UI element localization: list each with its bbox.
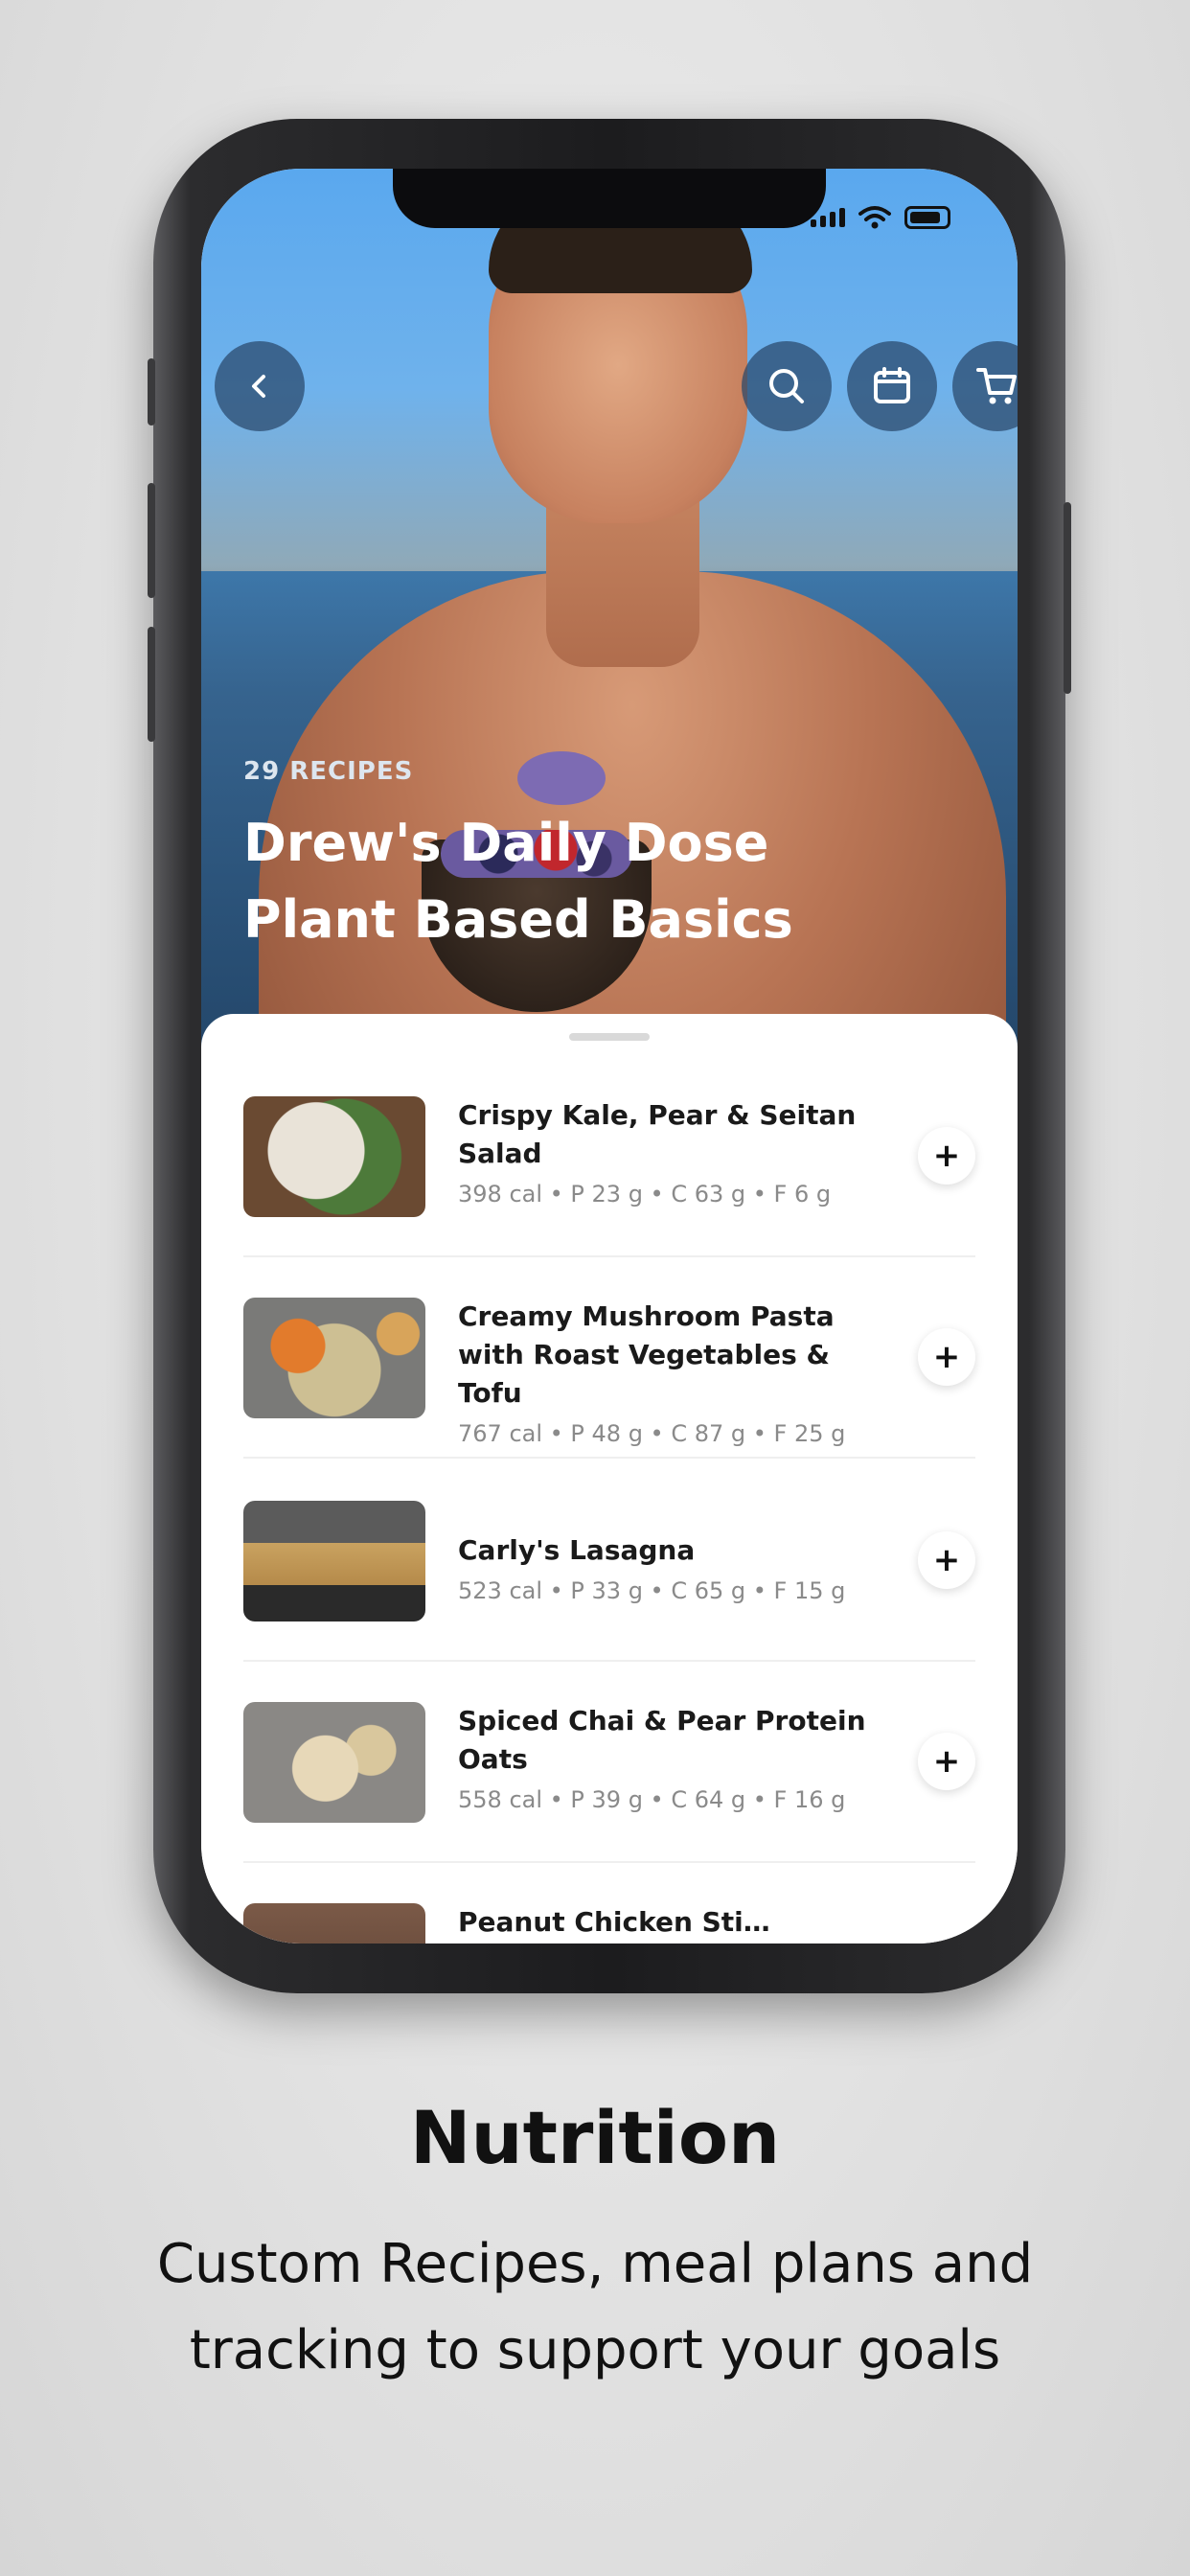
wifi-icon xyxy=(858,206,891,229)
cart-icon xyxy=(976,368,1017,404)
recipe-title: Creamy Mushroom Pasta with Roast Vegetab… xyxy=(458,1300,835,1409)
recipe-row[interactable]: Crispy Kale, Pear & Seitan Salad 398 cal… xyxy=(243,1056,975,1257)
drag-handle[interactable] xyxy=(569,1033,650,1041)
recipe-row[interactable]: Spiced Chai & Pear Protein Oats 558 cal … xyxy=(243,1662,975,1863)
phone-screen: 29 RECIPES Drew's Daily Dose Plant Based… xyxy=(201,169,1018,1944)
calendar-icon xyxy=(874,367,910,403)
back-button[interactable] xyxy=(215,341,305,431)
recipe-title: Carly's Lasagna xyxy=(458,1534,696,1566)
recipe-macros: 523 cal • P 33 g • C 65 g • F 15 g xyxy=(458,1577,846,1604)
add-recipe-button[interactable]: + xyxy=(918,1733,975,1790)
chevron-left-icon xyxy=(252,375,265,398)
add-recipe-button[interactable]: + xyxy=(918,1531,975,1589)
mute-switch xyxy=(148,358,155,426)
recipe-thumbnail xyxy=(243,1096,425,1217)
recipe-thumbnail xyxy=(243,1702,425,1823)
volume-down-button xyxy=(148,627,155,742)
search-button[interactable] xyxy=(742,341,832,431)
cellular-signal-icon xyxy=(811,208,845,227)
recipe-macros: 558 cal • P 39 g • C 64 g • F 16 g xyxy=(458,1786,846,1813)
add-recipe-button[interactable]: + xyxy=(918,1328,975,1386)
add-recipe-button[interactable]: + xyxy=(918,1127,975,1184)
feature-title: Nutrition xyxy=(409,2095,781,2180)
status-bar xyxy=(811,205,950,230)
search-icon xyxy=(769,369,804,403)
recipe-macros: 398 cal • P 23 g • C 63 g • F 6 g xyxy=(458,1181,832,1208)
hero-spoon xyxy=(517,751,606,805)
recipe-row[interactable]: Creamy Mushroom Pasta with Roast Vegetab… xyxy=(243,1257,975,1459)
recipe-title: Spiced Chai & Pear Protein Oats xyxy=(458,1705,866,1775)
recipe-macros: 767 cal • P 48 g • C 87 g • F 25 g xyxy=(458,1420,846,1447)
recipe-row[interactable]: Peanut Chicken Sti… xyxy=(243,1863,975,1944)
volume-up-button xyxy=(148,483,155,598)
recipe-row[interactable]: Carly's Lasagna 523 cal • P 33 g • C 65 … xyxy=(243,1460,975,1662)
feature-subtitle: Custom Recipes, meal plans and tracking … xyxy=(156,2233,1034,2381)
battery-icon xyxy=(904,206,950,229)
recipe-list-sheet[interactable]: Crispy Kale, Pear & Seitan Salad 398 cal… xyxy=(201,1014,1018,1944)
recipe-thumbnail xyxy=(243,1903,425,1944)
recipe-title: Peanut Chicken Sti… xyxy=(458,1906,770,1938)
collection-title: Drew's Daily Dose Plant Based Basics xyxy=(243,813,793,950)
recipe-count: 29 RECIPES xyxy=(243,757,414,786)
notch xyxy=(393,169,826,228)
calendar-button[interactable] xyxy=(847,341,937,431)
power-button xyxy=(1064,502,1071,694)
recipe-thumbnail xyxy=(243,1298,425,1418)
phone-frame: 29 RECIPES Drew's Daily Dose Plant Based… xyxy=(148,119,1071,1993)
recipe-thumbnail xyxy=(243,1501,425,1622)
recipe-title: Crispy Kale, Pear & Seitan Salad xyxy=(458,1099,857,1169)
